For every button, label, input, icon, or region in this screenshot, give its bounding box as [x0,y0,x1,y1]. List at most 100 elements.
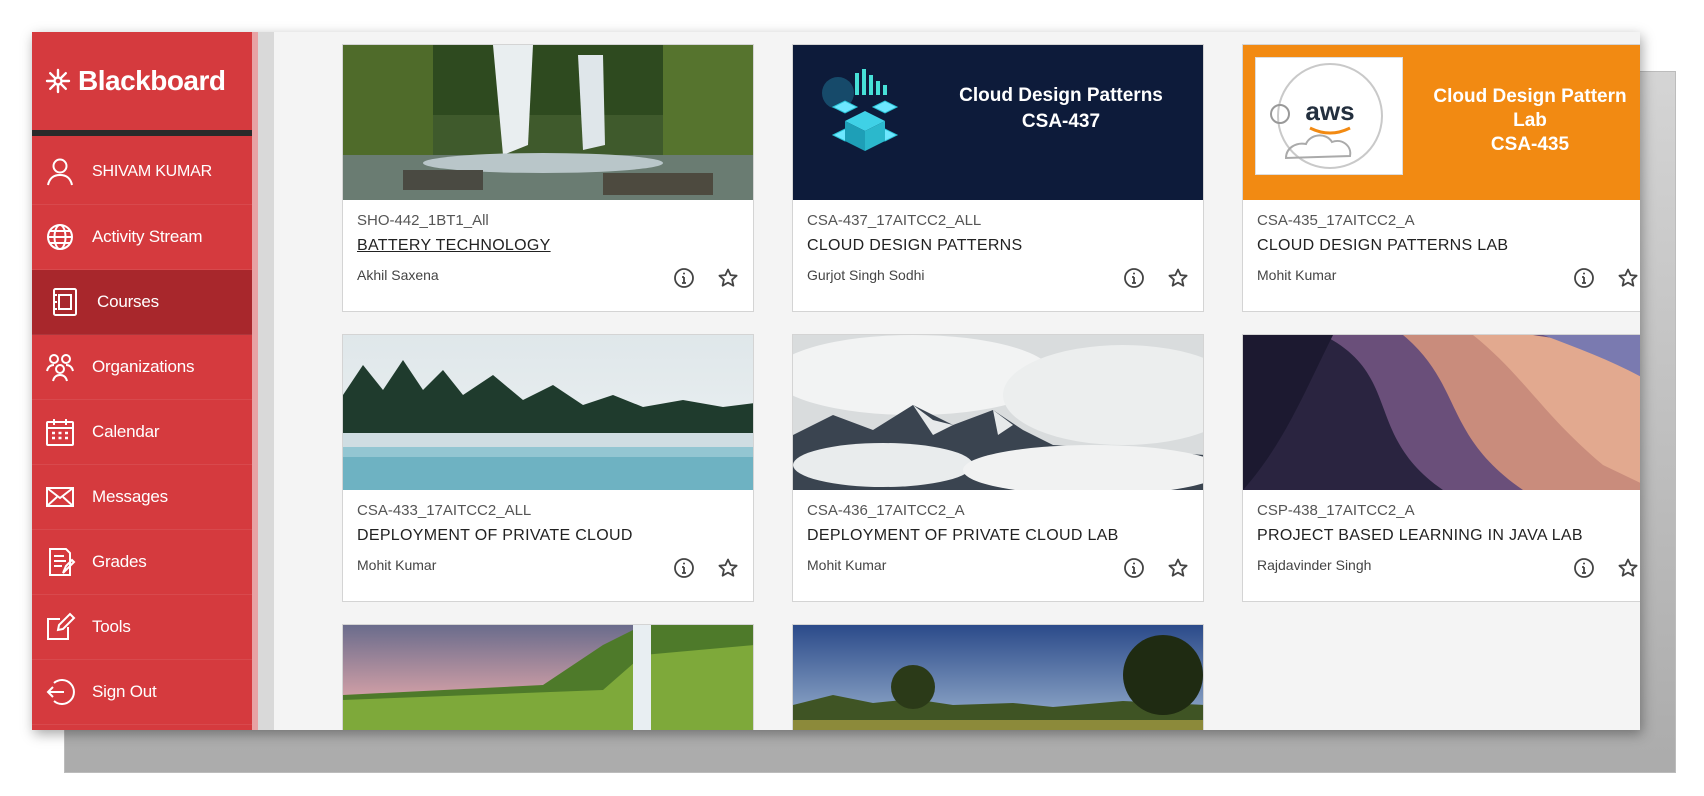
course-grid: SHO-442_1BT1_All BATTERY TECHNOLOGY Akhi… [342,44,1640,730]
sidebar-item-label: Tools [92,617,131,636]
star-icon[interactable] [1617,557,1639,579]
course-code: CSP-438_17AITCC2_A [1257,502,1415,519]
cloud-design-patterns-banner: Cloud Design Patterns CSA-437 [793,45,1203,200]
sidebar-item-profile[interactable]: SHIVAM KUMAR [32,140,252,205]
course-image-cloudy-mountains[interactable] [793,335,1203,490]
course-title-link[interactable]: PROJECT BASED LEARNING IN JAVA LAB [1257,527,1639,545]
brand-header: Blackboard [32,32,252,136]
envelope-icon [46,487,74,507]
brand-name: Blackboard [78,65,226,96]
course-image-sunset-meadow[interactable] [793,625,1203,730]
waterfall-photo [343,45,753,200]
cloud-network-illustration-icon [822,69,899,151]
course-image-canyon[interactable] [1243,335,1640,490]
sidebar-item-grades[interactable]: Grades [32,530,252,595]
course-title-link[interactable]: CLOUD DESIGN PATTERNS [807,237,1189,255]
star-icon[interactable] [1167,557,1189,579]
course-card[interactable]: CSP-438_17AITCC2_A PROJECT BASED LEARNIN… [1242,334,1640,602]
course-image-cloud-design-patterns[interactable]: Cloud Design Patterns CSA-437 [793,45,1203,200]
courses-icon [53,288,77,316]
course-card[interactable]: CSA-436_17AITCC2_A DEPLOYMENT OF PRIVATE… [792,334,1204,602]
user-icon [47,158,73,186]
sidebar-item-sign-out[interactable]: Sign Out [32,660,252,725]
info-icon[interactable] [1573,267,1595,289]
course-card-actions [1573,267,1639,289]
info-icon[interactable] [1573,557,1595,579]
sidebar-item-label: SHIVAM KUMAR [92,163,212,180]
aws-logo-text: aws [1305,96,1354,126]
star-icon[interactable] [1617,267,1639,289]
banner-title: Cloud Design Pattern Lab [1433,86,1627,131]
app-window: Blackboard SHIVAM KUMAR Activity Stream [32,32,1640,730]
cloudy-mountains-photo [793,335,1203,490]
course-image-aws[interactable]: aws Cloud Design Pattern Lab CSA-435 [1243,45,1640,200]
grades-icon [49,548,76,576]
star-icon[interactable] [717,557,739,579]
blackboard-logo[interactable]: Blackboard [44,65,226,97]
globe-icon [47,224,73,250]
sidebar-item-activity-stream[interactable]: Activity Stream [32,205,252,270]
info-icon[interactable] [1123,557,1145,579]
misty-lake-photo [343,335,753,490]
sidebar-item-label: Messages [92,487,168,506]
course-card-actions [673,557,739,579]
star-icon[interactable] [1167,267,1189,289]
info-icon[interactable] [673,557,695,579]
banner-title: Cloud Design Patterns [959,85,1163,106]
course-code: CSA-433_17AITCC2_ALL [357,502,532,519]
course-code: CSA-435_17AITCC2_A [1257,212,1415,229]
course-code: CSA-436_17AITCC2_A [807,502,965,519]
course-card[interactable]: aws Cloud Design Pattern Lab CSA-435 CSA [1242,44,1640,312]
course-code: CSA-437_17AITCC2_ALL [807,212,982,229]
course-card[interactable] [342,624,754,730]
sidebar-item-courses[interactable]: Courses [32,270,252,335]
sidebar-item-tools[interactable]: Tools [32,595,252,660]
canyon-photo [1243,335,1640,490]
sidebar-item-label: Organizations [92,357,195,376]
green-valley-waterfall-photo [343,625,753,730]
banner-code: CSA-435 [1490,134,1570,155]
course-image-waterfall[interactable] [343,45,753,200]
sign-out-icon [46,679,75,705]
stage: Blackboard SHIVAM KUMAR Activity Stream [0,0,1704,796]
sidebar-scrollbar[interactable] [258,32,274,730]
course-card[interactable]: SHO-442_1BT1_All BATTERY TECHNOLOGY Akhi… [342,44,754,312]
course-card-actions [1123,267,1189,289]
course-card-actions [1123,557,1189,579]
aws-cloud-icon: aws [1270,63,1383,169]
course-card-actions [1573,557,1639,579]
course-code: SHO-442_1BT1_All [357,212,489,229]
course-title-link[interactable]: CLOUD DESIGN PATTERNS LAB [1257,237,1639,255]
info-icon[interactable] [673,267,695,289]
course-image-misty-lake[interactable] [343,335,753,490]
star-icon[interactable] [717,267,739,289]
info-icon[interactable] [1123,267,1145,289]
course-title-link[interactable]: BATTERY TECHNOLOGY [357,237,739,255]
course-card-actions [673,267,739,289]
aws-logo-box: aws [1255,57,1403,175]
sidebar-item-calendar[interactable]: Calendar [32,400,252,465]
banner-text: Cloud Design Patterns CSA-437 [931,83,1191,135]
sidebar-nav: SHIVAM KUMAR Activity Stream Courses Org… [32,140,252,725]
calendar-icon [46,419,74,446]
sidebar-item-label: Sign Out [92,682,157,701]
course-card[interactable]: CSA-433_17AITCC2_ALL DEPLOYMENT OF PRIVA… [342,334,754,602]
sidebar-item-label: Activity Stream [92,227,203,246]
sidebar-item-label: Calendar [92,422,160,441]
sidebar-item-organizations[interactable]: Organizations [32,335,252,400]
course-card[interactable]: Cloud Design Patterns CSA-437 CSA-437_17… [792,44,1204,312]
course-image-green-valley[interactable] [343,625,753,730]
banner-code: CSA-437 [1021,111,1101,132]
sidebar-item-label: Grades [92,552,147,571]
aws-banner: aws Cloud Design Pattern Lab CSA-435 [1243,45,1640,200]
sidebar: Blackboard SHIVAM KUMAR Activity Stream [32,32,252,730]
course-list: SHO-442_1BT1_All BATTERY TECHNOLOGY Akhi… [274,32,1640,730]
sunset-meadow-photo [793,625,1203,730]
tools-icon [47,612,76,640]
course-title-link[interactable]: DEPLOYMENT OF PRIVATE CLOUD LAB [807,527,1189,545]
banner-text: Cloud Design Pattern Lab CSA-435 [1415,85,1640,157]
sidebar-item-label: Courses [97,292,159,311]
course-card[interactable] [792,624,1204,730]
course-title-link[interactable]: DEPLOYMENT OF PRIVATE CLOUD [357,527,739,545]
sidebar-item-messages[interactable]: Messages [32,465,252,530]
